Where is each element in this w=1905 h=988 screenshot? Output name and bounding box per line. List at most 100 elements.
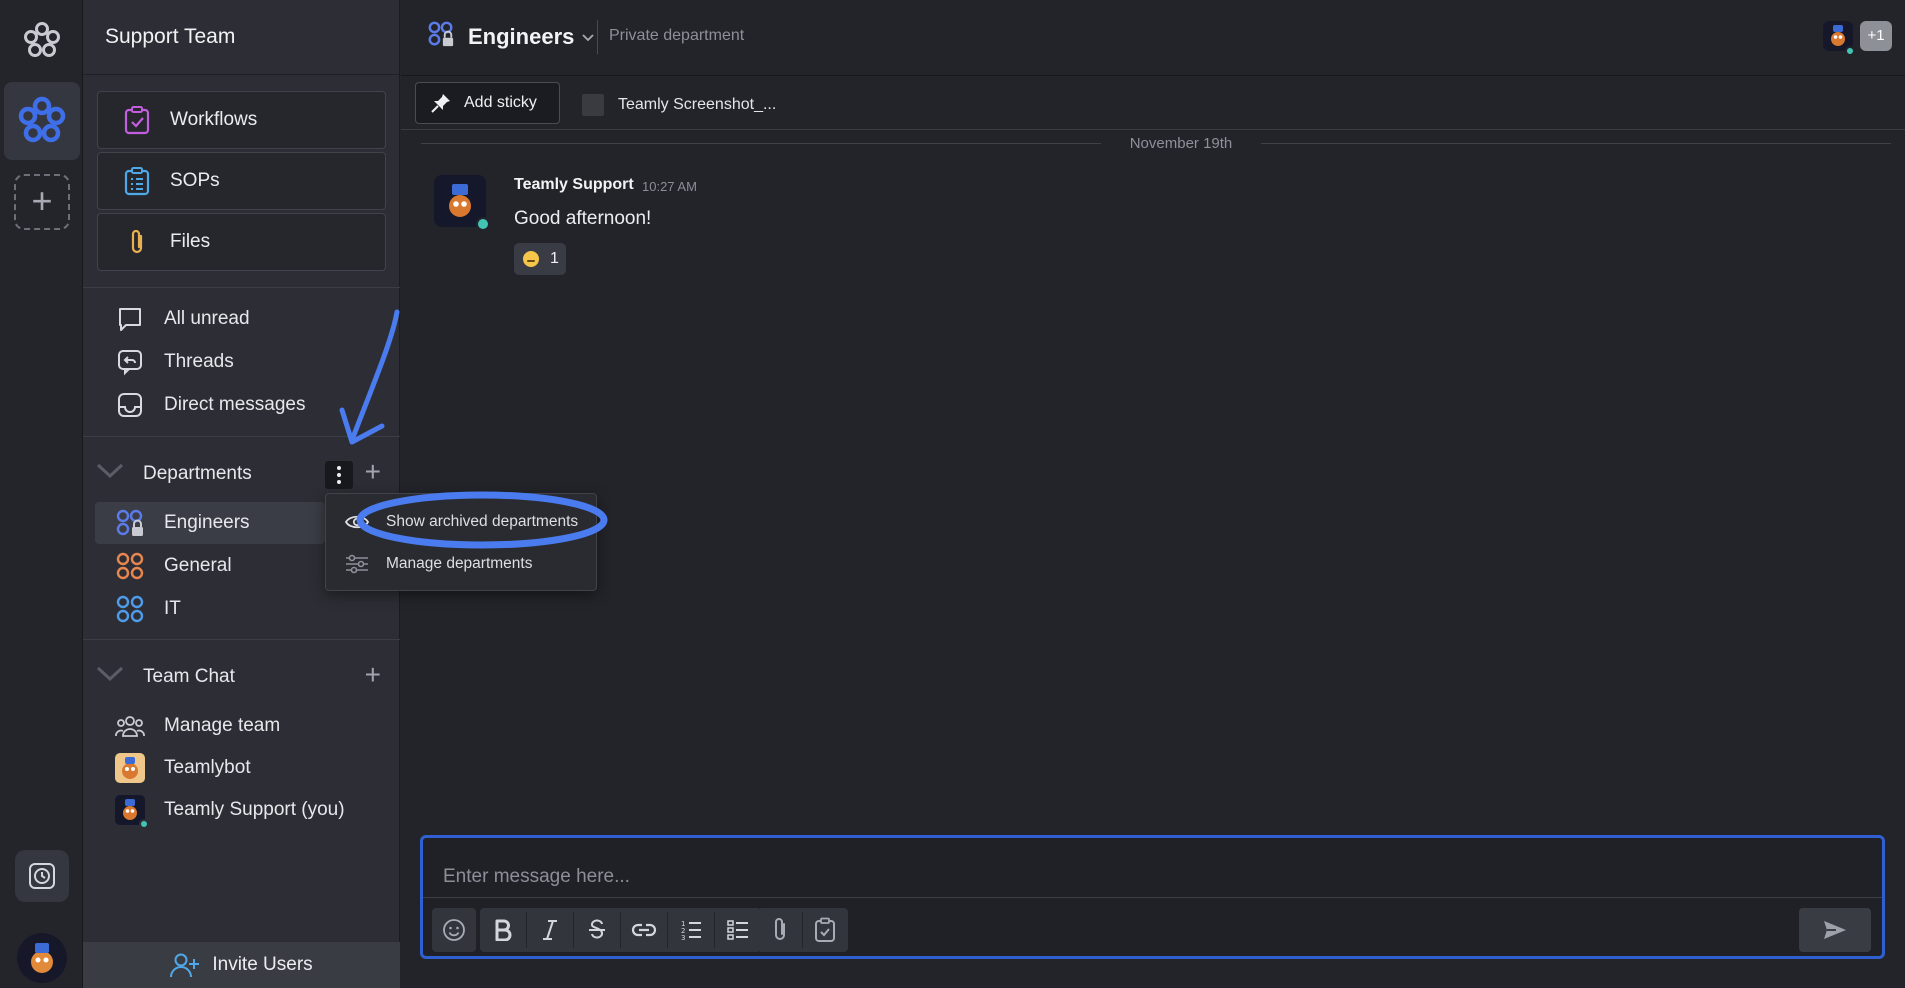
- main-panel: Engineers Private department +1 Add stic…: [401, 0, 1905, 988]
- invite-users-label: Invite Users: [212, 954, 313, 975]
- workspace-logo-icon: [18, 96, 66, 143]
- team-icon: [115, 711, 145, 741]
- bullet-list-button[interactable]: [715, 908, 761, 952]
- extra-members-count[interactable]: +1: [1860, 21, 1892, 51]
- message-author[interactable]: Teamly Support: [514, 176, 634, 194]
- message-composer: 123: [420, 835, 1885, 959]
- nav-direct-messages[interactable]: Direct messages: [115, 388, 306, 422]
- workspace-switch-support-team[interactable]: [4, 82, 80, 160]
- italic-icon: [543, 920, 557, 940]
- locked-department-icon: [115, 508, 145, 538]
- nav-all-unread-label: All unread: [164, 308, 250, 329]
- channel-title-dropdown[interactable]: Engineers: [427, 20, 595, 54]
- sops-button[interactable]: SOPs: [97, 152, 386, 210]
- team-chat-section-toggle[interactable]: Team Chat: [95, 661, 235, 693]
- pinned-file-item[interactable]: Teamly Screenshot_...: [582, 94, 776, 116]
- workspace-rail: +: [0, 0, 83, 988]
- eye-icon: [344, 514, 370, 530]
- add-sticky-button[interactable]: Add sticky: [415, 82, 560, 124]
- workflows-icon: [122, 105, 152, 135]
- workflows-button[interactable]: Workflows: [97, 91, 386, 149]
- clock-icon: [29, 863, 55, 889]
- invite-users-button[interactable]: Invite Users: [83, 942, 400, 988]
- departments-options-menu: Show archived departments Manage departm…: [325, 493, 597, 591]
- workflows-label: Workflows: [170, 109, 258, 130]
- chat-bubble-icon: [115, 304, 145, 334]
- attach-task-button[interactable]: [803, 908, 847, 952]
- show-archived-departments-option[interactable]: Show archived departments: [326, 502, 598, 542]
- add-department-button[interactable]: +: [365, 456, 381, 488]
- divider: [597, 20, 598, 54]
- department-engineers[interactable]: Engineers: [115, 506, 250, 540]
- pinned-file-name: Teamly Screenshot_...: [618, 96, 777, 113]
- numbered-list-button[interactable]: 123: [668, 908, 714, 952]
- paperclip-icon: [122, 227, 152, 257]
- user-avatar: [115, 795, 149, 829]
- nav-threads-label: Threads: [164, 351, 234, 372]
- department-it[interactable]: IT: [115, 592, 181, 626]
- send-icon: [1824, 921, 1846, 939]
- bold-button[interactable]: [480, 908, 526, 952]
- formatting-toolbar: 123: [480, 908, 761, 952]
- bot-avatar: [115, 753, 145, 783]
- nav-all-unread[interactable]: All unread: [115, 302, 250, 336]
- chevron-down-icon: [95, 462, 125, 486]
- clipboard-check-icon: [815, 917, 835, 942]
- add-user-icon: [170, 953, 200, 978]
- chevron-down-icon: [582, 29, 595, 45]
- show-archived-departments-label: Show archived departments: [386, 513, 579, 530]
- nav-threads[interactable]: Threads: [115, 345, 234, 379]
- sops-label: SOPs: [170, 170, 220, 191]
- department-engineers-label: Engineers: [164, 512, 250, 533]
- threads-icon: [115, 347, 145, 377]
- departments-title: Departments: [143, 463, 252, 484]
- manage-departments-option[interactable]: Manage departments: [326, 544, 598, 584]
- add-sticky-label: Add sticky: [464, 94, 537, 111]
- italic-button[interactable]: [527, 908, 573, 952]
- chat-teamlybot[interactable]: Teamlybot: [115, 751, 251, 785]
- add-chat-button[interactable]: +: [365, 659, 381, 691]
- inbox-icon: [115, 390, 145, 420]
- attach-file-button[interactable]: [758, 908, 802, 952]
- add-workspace-button[interactable]: +: [14, 174, 70, 230]
- strikethrough-button[interactable]: [574, 908, 620, 952]
- link-button[interactable]: [621, 908, 667, 952]
- paperclip-icon: [775, 918, 785, 940]
- chat-teamly-support-label: Teamly Support (you): [164, 799, 345, 820]
- attachment-toolbar: [758, 908, 848, 952]
- sops-icon: [122, 166, 152, 196]
- divider: [83, 639, 400, 640]
- link-icon: [631, 923, 657, 937]
- channel-header: Engineers Private department +1: [401, 0, 1905, 76]
- file-thumbnail-icon: [582, 94, 604, 116]
- emoji-button[interactable]: [432, 908, 476, 952]
- department-icon: [115, 551, 145, 581]
- divider: [83, 436, 400, 437]
- online-status-indicator: [1845, 46, 1855, 56]
- departments-more-options-button[interactable]: [325, 461, 353, 489]
- recent-activity-button[interactable]: [15, 850, 69, 902]
- files-label: Files: [170, 231, 211, 252]
- emoji-icon: [523, 251, 539, 267]
- files-button[interactable]: Files: [97, 213, 386, 271]
- sliders-icon: [344, 554, 370, 574]
- checklist-icon: [727, 920, 748, 940]
- nav-direct-messages-label: Direct messages: [164, 394, 306, 415]
- send-button[interactable]: [1799, 908, 1871, 952]
- message-author-avatar[interactable]: [434, 175, 490, 231]
- manage-team-item[interactable]: Manage team: [115, 709, 280, 743]
- message-input[interactable]: [423, 838, 1882, 898]
- member-avatar[interactable]: [1823, 21, 1855, 56]
- reaction-badge[interactable]: 1: [514, 243, 566, 275]
- current-user-avatar[interactable]: [17, 933, 67, 983]
- locked-department-icon: [427, 20, 455, 54]
- workspace-name: Support Team: [83, 0, 399, 75]
- department-general[interactable]: General: [115, 549, 232, 583]
- department-icon: [115, 594, 145, 624]
- message-timestamp: 10:27 AM: [642, 179, 697, 194]
- date-divider-label: November 19th: [1129, 135, 1233, 152]
- team-chat-title: Team Chat: [143, 666, 235, 687]
- date-divider: November 19th: [421, 133, 1891, 153]
- departments-section-toggle[interactable]: Departments: [95, 458, 252, 490]
- chat-teamly-support[interactable]: Teamly Support (you): [115, 793, 345, 829]
